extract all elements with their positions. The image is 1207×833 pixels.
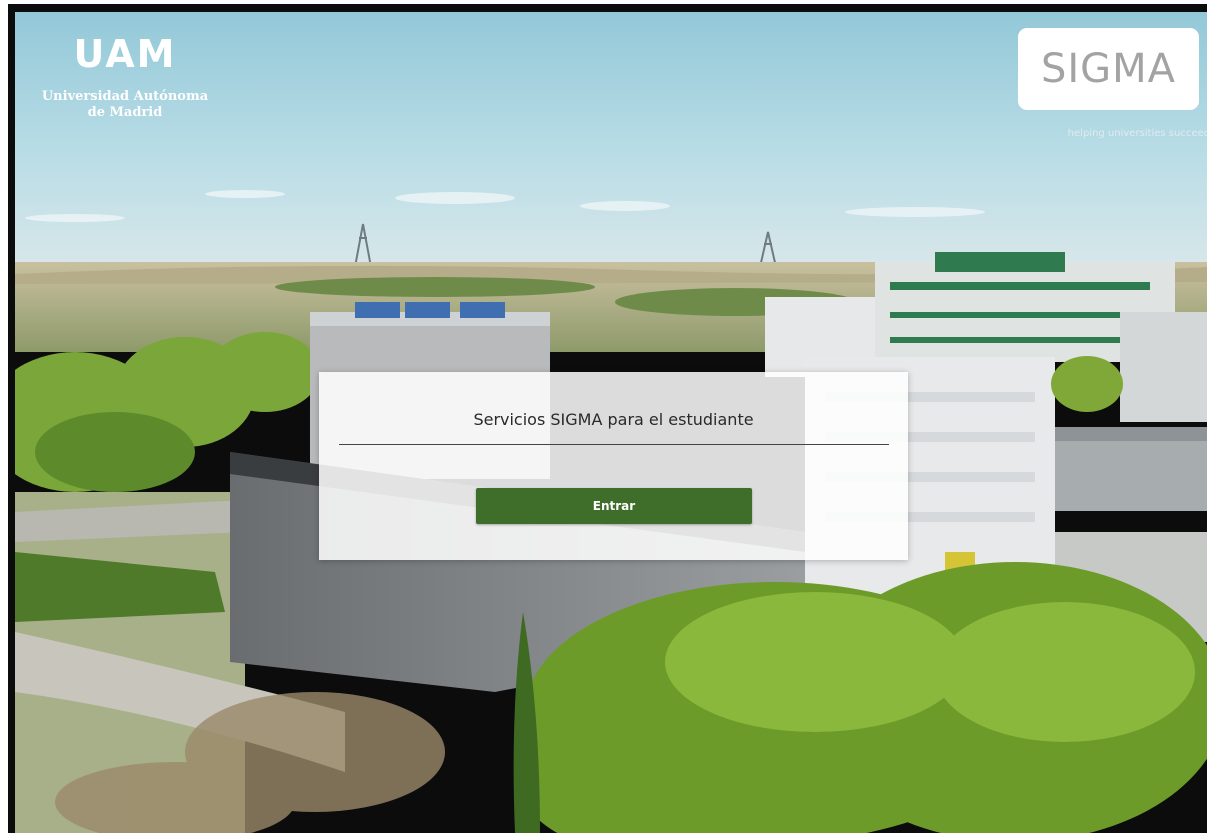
uam-logo-name: Universidad Autónoma — [41, 89, 209, 104]
page-title: Servicios SIGMA para el estudiante — [473, 410, 754, 429]
campus-background-photo: UAM Universidad Autónoma de Madrid SIGMA… — [15, 12, 1207, 833]
login-card: Servicios SIGMA para el estudiante Entra… — [319, 372, 908, 560]
title-divider — [339, 444, 889, 445]
uam-logo-subname: de Madrid — [87, 105, 163, 120]
uam-logo: UAM Universidad Autónoma de Madrid — [25, 34, 225, 121]
enter-button[interactable]: Entrar — [476, 488, 752, 524]
sigma-tagline: helping universities succeed — [1067, 128, 1207, 139]
sigma-logo-text: SIGMA — [1040, 46, 1177, 92]
sigma-logo: SIGMA — [1018, 28, 1199, 110]
uam-logo-mark: UAM — [73, 32, 177, 76]
